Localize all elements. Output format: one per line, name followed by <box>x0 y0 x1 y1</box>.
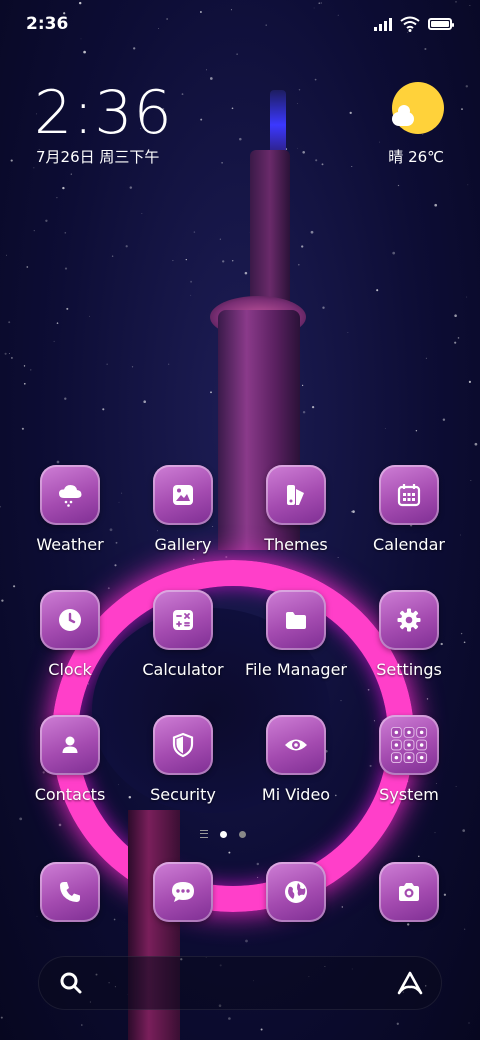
page-dot-active[interactable] <box>220 830 227 838</box>
image-icon <box>173 485 193 505</box>
page-dot[interactable] <box>239 830 246 838</box>
app-label: System <box>379 785 439 804</box>
app-label: Clock <box>48 660 92 679</box>
clock-app-icon <box>40 590 100 650</box>
gear-icon <box>397 608 421 632</box>
app-system-folder[interactable]: System <box>354 715 464 804</box>
page-indicator-menu-icon[interactable] <box>200 830 208 838</box>
browser-icon <box>285 881 307 903</box>
clock-widget-time[interactable]: 2:36 <box>34 78 173 148</box>
app-label: Calculator <box>142 660 224 679</box>
messages-icon <box>172 882 194 902</box>
app-weather[interactable]: Weather <box>15 465 125 554</box>
app-label: Calendar <box>373 535 445 554</box>
status-bar: 2:36 <box>0 0 480 50</box>
paint-swatch-icon <box>287 485 304 505</box>
calendar-icon <box>397 484 421 507</box>
folder-icon <box>286 612 306 629</box>
phone-app-icon <box>40 862 100 922</box>
calendar-app-icon <box>379 465 439 525</box>
calculator-icon <box>173 610 193 630</box>
app-label: Themes <box>264 535 328 554</box>
app-label: Gallery <box>154 535 212 554</box>
weather-app-icon <box>40 465 100 525</box>
gallery-app-icon <box>153 465 213 525</box>
calculator-app-icon <box>153 590 213 650</box>
battery-icon <box>428 18 454 30</box>
cloud-icon <box>392 105 414 126</box>
clock-widget-date[interactable]: 7月26日 周三下午 <box>36 146 159 167</box>
themes-app-icon <box>266 465 326 525</box>
app-calendar[interactable]: Calendar <box>354 465 464 554</box>
app-label: Weather <box>36 535 104 554</box>
app-label: Mi Video <box>261 785 331 804</box>
dock-camera[interactable] <box>354 862 464 922</box>
weather-widget-text: 晴 26℃ <box>388 148 444 166</box>
camera-icon <box>399 883 419 901</box>
app-contacts[interactable]: Contacts <box>15 715 125 804</box>
settings-app-icon <box>379 590 439 650</box>
messages-app-icon <box>153 862 213 922</box>
tower-upper-shaft <box>250 150 290 320</box>
app-settings[interactable]: Settings <box>354 590 464 679</box>
browser-app-icon <box>266 862 326 922</box>
dock-messages[interactable] <box>128 862 238 922</box>
status-icons <box>374 16 454 32</box>
app-calculator[interactable]: Calculator <box>128 590 238 679</box>
eye-icon <box>285 739 307 751</box>
system-folder-icon <box>379 715 439 775</box>
phone-icon <box>60 882 80 902</box>
page-indicator <box>200 830 246 838</box>
signal-icon <box>374 17 392 31</box>
security-app-icon <box>153 715 213 775</box>
search-icon[interactable] <box>58 970 84 996</box>
person-icon <box>62 736 78 753</box>
file-manager-app-icon <box>266 590 326 650</box>
wifi-icon <box>400 16 420 32</box>
app-gallery[interactable]: Gallery <box>128 465 238 554</box>
cloud-rain-icon <box>59 485 82 507</box>
app-label: File Manager <box>245 660 347 679</box>
clock-icon <box>59 609 81 631</box>
app-security[interactable]: Security <box>128 715 238 804</box>
weather-widget[interactable]: 晴 26℃ <box>324 82 444 172</box>
dock-browser[interactable] <box>241 862 351 922</box>
app-label: Security <box>150 785 216 804</box>
dock-phone[interactable] <box>15 862 125 922</box>
search-bar[interactable] <box>38 956 442 1010</box>
app-file-manager[interactable]: File Manager <box>241 590 351 679</box>
status-time: 2:36 <box>26 14 69 34</box>
shield-icon <box>172 732 194 758</box>
app-mi-video[interactable]: Mi Video <box>241 715 351 804</box>
app-clock[interactable]: Clock <box>15 590 125 679</box>
app-label: Settings <box>376 660 442 679</box>
assistant-icon[interactable] <box>396 970 424 996</box>
mi-video-app-icon <box>266 715 326 775</box>
app-folder-grid-icon <box>390 726 428 764</box>
camera-app-icon <box>379 862 439 922</box>
contacts-app-icon <box>40 715 100 775</box>
app-themes[interactable]: Themes <box>241 465 351 554</box>
app-label: Contacts <box>34 785 106 804</box>
